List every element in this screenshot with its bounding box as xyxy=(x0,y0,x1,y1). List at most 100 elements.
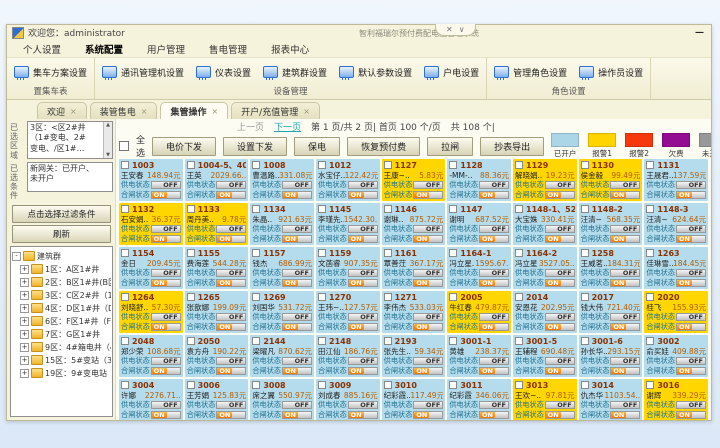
expand-icon[interactable]: + xyxy=(20,330,29,339)
meter-checkbox[interactable] xyxy=(384,381,392,389)
meter-checkbox[interactable] xyxy=(121,337,129,345)
meter-checkbox[interactable] xyxy=(187,249,195,257)
switch-on-toggle[interactable]: ON xyxy=(151,191,181,199)
supply-off-toggle[interactable]: OFF xyxy=(413,269,443,277)
supply-off-toggle[interactable]: OFF xyxy=(479,225,509,233)
meter-checkbox[interactable] xyxy=(581,337,589,345)
meter-checkbox[interactable] xyxy=(515,293,523,301)
supply-off-toggle[interactable]: OFF xyxy=(216,225,246,233)
switch-on-toggle[interactable]: ON xyxy=(545,191,575,199)
supply-off-toggle[interactable]: OFF xyxy=(282,357,312,365)
supply-off-toggle[interactable]: OFF xyxy=(676,401,706,409)
meter-checkbox[interactable] xyxy=(318,205,326,213)
next-page-link[interactable]: 下一页 xyxy=(274,120,301,133)
badge-expand-icon[interactable]: ∨ xyxy=(459,25,465,34)
select-all-checkbox[interactable] xyxy=(119,141,129,151)
switch-on-toggle[interactable]: ON xyxy=(676,367,706,375)
switch-on-toggle[interactable]: ON xyxy=(348,411,378,419)
meter-checkbox[interactable] xyxy=(581,381,589,389)
supply-off-toggle[interactable]: OFF xyxy=(545,357,575,365)
switch-on-toggle[interactable]: ON xyxy=(282,191,312,199)
switch-on-toggle[interactable]: ON xyxy=(282,323,312,331)
supply-off-toggle[interactable]: OFF xyxy=(545,269,575,277)
expand-icon[interactable]: + xyxy=(20,317,29,326)
toolbar-button[interactable]: 设置下发 xyxy=(223,137,287,156)
supply-off-toggle[interactable]: OFF xyxy=(610,357,640,365)
menu-item[interactable]: 用户管理 xyxy=(135,40,197,58)
meter-checkbox[interactable] xyxy=(187,293,195,301)
switch-on-toggle[interactable]: ON xyxy=(216,191,246,199)
supply-off-toggle[interactable]: OFF xyxy=(216,181,246,189)
tree-root-node[interactable]: -建筑群 xyxy=(12,251,111,262)
switch-on-toggle[interactable]: ON xyxy=(151,411,181,419)
switch-on-toggle[interactable]: ON xyxy=(216,367,246,375)
tree-node[interactable]: +6区：F区1#井（F区1#… xyxy=(12,316,111,327)
meter-checkbox[interactable] xyxy=(384,337,392,345)
expand-icon[interactable]: + xyxy=(20,291,29,300)
toolbar-button[interactable]: 拉闸 xyxy=(427,137,473,156)
tab-close-icon[interactable]: × xyxy=(70,107,77,116)
switch-on-toggle[interactable]: ON xyxy=(348,235,378,243)
meter-checkbox[interactable] xyxy=(318,337,326,345)
meter-checkbox[interactable] xyxy=(187,381,195,389)
switch-on-toggle[interactable]: ON xyxy=(545,323,575,331)
supply-off-toggle[interactable]: OFF xyxy=(479,269,509,277)
supply-off-toggle[interactable]: OFF xyxy=(413,313,443,321)
switch-on-toggle[interactable]: ON xyxy=(282,367,312,375)
supply-off-toggle[interactable]: OFF xyxy=(216,313,246,321)
menu-item[interactable]: 报表中心 xyxy=(259,40,321,58)
switch-on-toggle[interactable]: ON xyxy=(151,279,181,287)
tab-close-icon[interactable]: × xyxy=(141,107,148,116)
tab[interactable]: 集管操作× xyxy=(160,102,228,120)
tab[interactable]: 欢迎× xyxy=(37,102,87,120)
supply-off-toggle[interactable]: OFF xyxy=(610,269,640,277)
toolbar-button[interactable]: 保电 xyxy=(294,137,340,156)
switch-on-toggle[interactable]: ON xyxy=(216,411,246,419)
switch-on-toggle[interactable]: ON xyxy=(348,323,378,331)
supply-off-toggle[interactable]: OFF xyxy=(413,357,443,365)
supply-off-toggle[interactable]: OFF xyxy=(610,225,640,233)
meter-checkbox[interactable] xyxy=(121,381,129,389)
switch-on-toggle[interactable]: ON xyxy=(348,279,378,287)
supply-off-toggle[interactable]: OFF xyxy=(282,269,312,277)
meter-checkbox[interactable] xyxy=(187,161,195,169)
meter-checkbox[interactable] xyxy=(515,381,523,389)
meter-checkbox[interactable] xyxy=(581,249,589,257)
supply-off-toggle[interactable]: OFF xyxy=(479,181,509,189)
switch-on-toggle[interactable]: ON xyxy=(610,411,640,419)
supply-off-toggle[interactable]: OFF xyxy=(545,181,575,189)
switch-on-toggle[interactable]: ON xyxy=(610,279,640,287)
tab-close-icon[interactable]: × xyxy=(303,107,310,116)
supply-off-toggle[interactable]: OFF xyxy=(676,357,706,365)
scroll-up-icon[interactable]: ▲ xyxy=(106,122,110,129)
switch-on-toggle[interactable]: ON xyxy=(413,279,443,287)
supply-off-toggle[interactable]: OFF xyxy=(610,181,640,189)
meter-checkbox[interactable] xyxy=(646,205,654,213)
expand-icon[interactable]: + xyxy=(20,343,29,352)
switch-on-toggle[interactable]: ON xyxy=(216,323,246,331)
selected-condition-listbox[interactable]: 新网关：已开户、未开户 xyxy=(27,162,113,192)
region-scrollbar[interactable]: ▲ ▼ xyxy=(103,122,112,158)
selected-region-listbox[interactable]: 3区：<区2#井（1#变电、2#变电、/区1#… ▲ ▼ xyxy=(27,121,113,159)
menu-item[interactable]: 个人设置 xyxy=(11,40,73,58)
switch-on-toggle[interactable]: ON xyxy=(348,191,378,199)
meter-checkbox[interactable] xyxy=(515,205,523,213)
toolbar-button[interactable]: 电价下发 xyxy=(152,137,216,156)
switch-on-toggle[interactable]: ON xyxy=(479,411,509,419)
meter-checkbox[interactable] xyxy=(318,249,326,257)
switch-on-toggle[interactable]: ON xyxy=(545,279,575,287)
ribbon-button[interactable]: 操作员设置 xyxy=(577,64,645,81)
ribbon-button[interactable]: 仪表设置 xyxy=(194,64,253,81)
switch-on-toggle[interactable]: ON xyxy=(676,323,706,331)
tree-node[interactable]: +1区：A区1#井 xyxy=(12,264,111,275)
meter-checkbox[interactable] xyxy=(646,381,654,389)
meter-checkbox[interactable] xyxy=(449,381,457,389)
meter-checkbox[interactable] xyxy=(449,249,457,257)
meter-checkbox[interactable] xyxy=(187,337,195,345)
expand-icon[interactable]: + xyxy=(20,356,29,365)
switch-on-toggle[interactable]: ON xyxy=(413,367,443,375)
switch-on-toggle[interactable]: ON xyxy=(413,235,443,243)
tree-node[interactable]: +9区：4#箱电井（4#箱… xyxy=(12,342,111,353)
switch-on-toggle[interactable]: ON xyxy=(413,191,443,199)
switch-on-toggle[interactable]: ON xyxy=(610,235,640,243)
